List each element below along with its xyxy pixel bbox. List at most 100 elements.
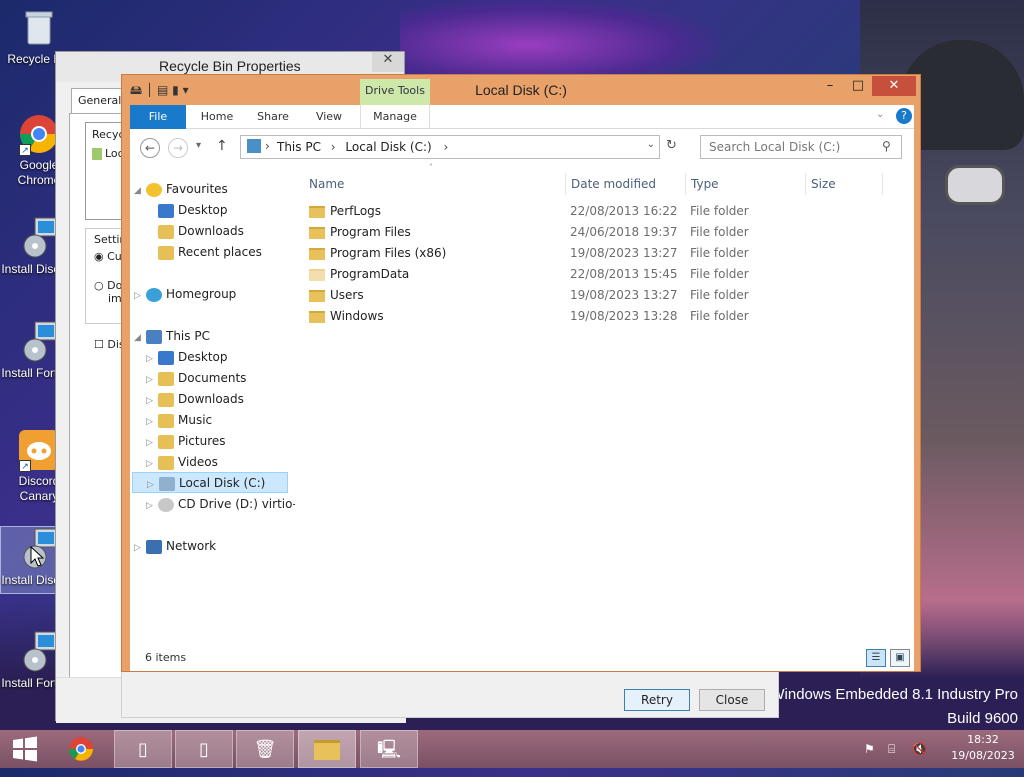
tree-item-documents[interactable]: ▷ Documents [146, 368, 246, 389]
tree-item-desktop[interactable]: Desktop [158, 200, 228, 221]
taskbar-installer[interactable]: 🖳 [360, 730, 418, 768]
drive-icon [92, 148, 102, 160]
tab-home[interactable]: Home [192, 105, 242, 129]
volume-muted-icon[interactable]: 🔇 [912, 730, 927, 768]
taskbar: ▯ ▯ 🗑 🖳 ⚑ ⌸ 🔇 18:32 19/08/2023 [0, 730, 1024, 768]
table-row[interactable]: PerfLogs 22/08/2013 16:22 File folder [303, 201, 914, 222]
homegroup-icon [146, 287, 162, 302]
tree-item-music[interactable]: ▷ Music [146, 410, 212, 431]
network-icon[interactable]: ⌸ [888, 730, 895, 768]
pictures-icon [158, 434, 174, 449]
taskbar-chrome[interactable] [52, 730, 110, 768]
breadcrumb-separator: › [265, 139, 270, 153]
clock-time: 18:32 [967, 733, 999, 746]
tab-general[interactable]: General [71, 88, 123, 114]
tree-item-favourites[interactable]: ◢ Favourites [134, 179, 228, 200]
address-dropdown-icon[interactable]: ⌄ [647, 139, 655, 150]
clock[interactable]: 18:32 19/08/2023 [948, 732, 1018, 764]
tree-item-downloads[interactable]: Downloads [158, 221, 244, 242]
start-button[interactable] [0, 730, 50, 768]
document-icon: ▯ [138, 739, 148, 760]
tree-item-local-disk[interactable]: ▷ Local Disk (C:) [132, 472, 288, 493]
tab-manage[interactable]: Manage [360, 105, 430, 129]
table-row[interactable]: Program Files 24/06/2018 19:37 File folder [303, 222, 914, 243]
up-button[interactable]: ↑ [216, 138, 228, 154]
tree-item-recent-places[interactable]: Recent places [158, 242, 262, 263]
back-button[interactable]: ← [140, 138, 160, 158]
close-button[interactable]: ✕ [372, 52, 404, 72]
watermark-build: Build 9600 [947, 710, 1018, 727]
column-header-name[interactable]: Name [309, 173, 559, 195]
maximize-button[interactable]: □ [844, 76, 872, 96]
wallpaper-goggles [945, 165, 1005, 205]
clock-date: 19/08/2023 [951, 749, 1015, 762]
search-icon[interactable]: ⚲ [882, 139, 891, 153]
explorer-body: ◢ Favourites Desktop Downloads Recent pla… [130, 163, 914, 645]
tree-item-pc-downloads[interactable]: ▷ Downloads [146, 389, 244, 410]
taskbar-document-1[interactable]: ▯ [114, 730, 172, 768]
column-header-type[interactable]: Type [685, 173, 801, 195]
address-bar[interactable]: › This PC › Local Disk (C:) › ⌄ [240, 135, 660, 159]
expand-ribbon-icon[interactable]: ⌄ [876, 109, 884, 120]
watermark-edition: Windows Embedded 8.1 Industry Pro [770, 686, 1018, 703]
downloads-icon [158, 224, 174, 239]
table-row[interactable]: Windows 19/08/2023 13:28 File folder [303, 306, 914, 327]
close-dialog-button[interactable]: Close [699, 689, 765, 711]
taskbar-recycle-bin[interactable]: 🗑 [236, 730, 294, 768]
file-explorer-window[interactable]: 🖴 │ ▤ ▮ ▾ Drive Tools Local Disk (C:) – … [121, 74, 921, 672]
table-row[interactable]: ProgramData 22/08/2013 15:45 File folder [303, 264, 914, 285]
cd-drive-icon [158, 497, 174, 512]
status-bar: 6 items ☰ ▣ [130, 645, 914, 671]
column-header-size[interactable]: Size [805, 173, 883, 195]
network-icon [146, 539, 162, 554]
tree-item-homegroup[interactable]: ▷ Homegroup [134, 284, 236, 305]
action-center-flag-icon[interactable]: ⚑ [864, 730, 875, 768]
tab-file[interactable]: File [130, 105, 186, 129]
close-button[interactable]: ✕ [872, 76, 916, 96]
tree-item-pc-desktop[interactable]: ▷ Desktop [146, 347, 228, 368]
ribbon-tabs: File Home Share View Manage ⌄ ? [130, 105, 914, 129]
tree-item-pictures[interactable]: ▷ Pictures [146, 431, 226, 452]
title-bar: 🖴 │ ▤ ▮ ▾ Drive Tools Local Disk (C:) – … [122, 75, 920, 105]
window-title: Local Disk (C:) [475, 82, 567, 98]
minimize-button[interactable]: – [816, 76, 844, 96]
tree-item-cd-drive[interactable]: ▷ CD Drive (D:) virtio-w [146, 494, 295, 515]
tab-share[interactable]: Share [248, 105, 298, 129]
documents-icon [158, 371, 174, 386]
taskbar-document-2[interactable]: ▯ [175, 730, 233, 768]
hidden-folder-icon [309, 268, 325, 281]
local-disk-icon [159, 476, 175, 491]
breadcrumb-local-disk[interactable]: Local Disk (C:) [345, 140, 431, 154]
shortcut-arrow-icon: ↗ [19, 460, 31, 472]
shortcut-arrow-icon: ↗ [19, 144, 31, 156]
retry-button[interactable]: Retry [624, 689, 690, 711]
refresh-icon[interactable]: ↻ [666, 138, 677, 153]
breadcrumb-separator: › [443, 140, 449, 154]
tree-item-this-pc[interactable]: ◢ This PC [134, 326, 210, 347]
recycle-bin-icon: 🗑 [253, 739, 277, 760]
forward-button[interactable]: → [168, 138, 188, 158]
folder-icon [309, 310, 325, 323]
tree-item-network[interactable]: ▷ Network [134, 536, 216, 557]
details-view-button[interactable]: ☰ [866, 649, 886, 667]
large-icons-view-button[interactable]: ▣ [890, 649, 910, 667]
search-input[interactable]: Search Local Disk (C:) [700, 135, 902, 159]
recent-locations-dropdown-icon[interactable]: ▾ [196, 140, 201, 151]
taskbar-file-explorer[interactable] [298, 730, 356, 768]
breadcrumb-separator: › [330, 140, 336, 154]
file-list: ˄ Name Date modified Type Size PerfLogs 2… [303, 163, 914, 645]
sort-ascending-icon: ˄ [429, 163, 433, 172]
table-row[interactable]: Users 19/08/2023 13:27 File folder [303, 285, 914, 306]
folder-icon [309, 205, 325, 218]
tree-item-videos[interactable]: ▷ Videos [146, 452, 218, 473]
document-icon: ▯ [199, 739, 209, 760]
breadcrumb-this-pc[interactable]: This PC [277, 140, 321, 154]
help-icon[interactable]: ? [896, 108, 912, 124]
table-row[interactable]: Program Files (x86) 19/08/2023 13:27 File … [303, 243, 914, 264]
column-header-date-modified[interactable]: Date modified [565, 173, 675, 195]
folder-icon [309, 289, 325, 302]
navigation-pane: ◢ Favourites Desktop Downloads Recent pla… [130, 167, 295, 645]
installer-icon: 🖳 [376, 739, 401, 760]
tab-view[interactable]: View [304, 105, 354, 129]
computer-icon [146, 329, 162, 344]
